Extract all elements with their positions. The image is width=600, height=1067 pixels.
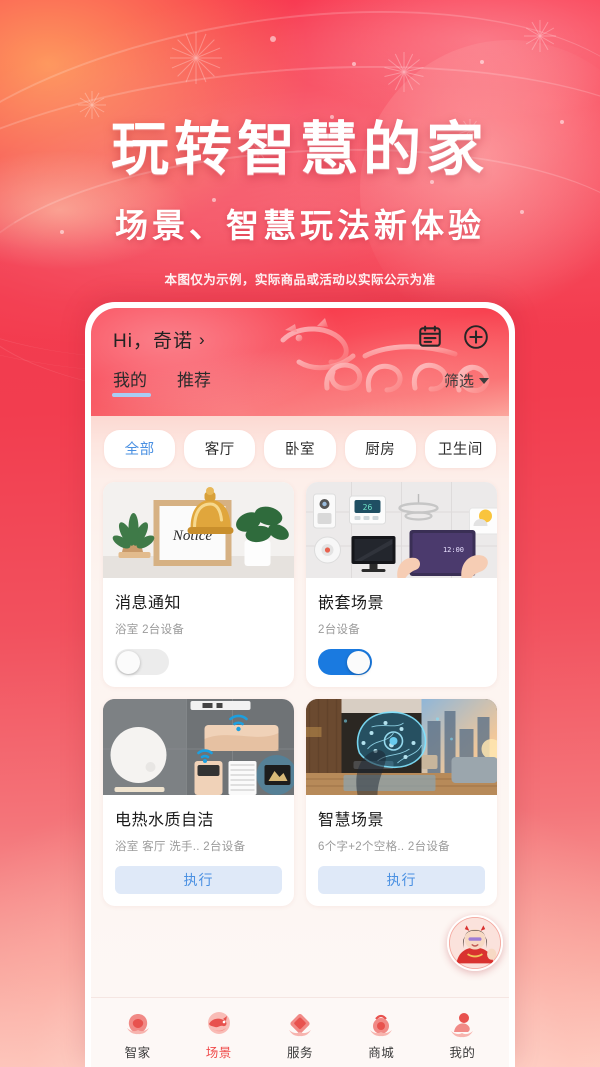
scene-card-image — [103, 699, 294, 795]
scene-card-title: 嵌套场景 — [318, 595, 385, 612]
chevron-right-icon: › — [198, 329, 206, 349]
scene-card-body: 消息通知 浴室 2台设备 — [103, 578, 294, 687]
scene-card-subtitle: 浴室 2台设备 — [115, 624, 185, 636]
execute-button[interactable]: 执行 — [318, 866, 485, 894]
header-tabs: 我的 推荐 — [112, 366, 211, 397]
tab-mine[interactable]: 我的 — [112, 366, 151, 397]
tab-recommended[interactable]: 推荐 — [177, 366, 211, 397]
scene-card-body: 嵌套场景 2台设备 — [306, 578, 497, 687]
scene-card-subtitle: 浴室 客厅 洗手.. 2台设备 — [115, 841, 246, 853]
scene-card[interactable]: 智慧场景 6个字+2个空格.. 2台设备 执行 — [306, 699, 497, 906]
nav-item-profile[interactable]: 我的 — [422, 1009, 503, 1061]
scene-toggle[interactable] — [318, 649, 372, 675]
nav-item-service[interactable]: 服务 — [259, 1009, 340, 1061]
filter-button[interactable]: 筛选 — [444, 370, 489, 391]
nav-item-scene[interactable]: 场景 — [178, 1009, 259, 1061]
profile-icon — [451, 1012, 474, 1037]
service-icon — [289, 1013, 311, 1036]
nav-label: 商城 — [368, 1045, 395, 1060]
header-icon-group — [417, 324, 489, 350]
chip-living-room[interactable]: 客厅 — [184, 430, 256, 468]
svg-text:26: 26 — [363, 503, 373, 512]
app-header: Hi，奇诺 › 我的 推荐 筛选 — [91, 308, 509, 416]
background-swirl — [270, 0, 600, 120]
chip-bedroom[interactable]: 卧室 — [264, 430, 336, 468]
scene-card-body: 智慧场景 6个字+2个空格.. 2台设备 执行 — [306, 795, 497, 906]
greeting-label: Hi，奇诺 — [113, 331, 193, 352]
scene-card[interactable]: 电热水质自洁 浴室 客厅 洗手.. 2台设备 执行 — [103, 699, 294, 906]
svg-text:12:00: 12:00 — [443, 546, 464, 554]
smart-home-icon — [126, 1013, 149, 1034]
poster-subheadline: 场景、智慧玩法新体验 — [115, 206, 485, 244]
app-screen: Hi，奇诺 › 我的 推荐 筛选 全部 客厅 卧室 厨房 卫生间 Notice … — [91, 308, 509, 1067]
nav-item-mall[interactable]: 商城 — [341, 1009, 422, 1061]
scene-card-body: 电热水质自洁 浴室 客厅 洗手.. 2台设备 执行 — [103, 795, 294, 906]
nav-label: 服务 — [287, 1045, 314, 1060]
poster-disclaimer: 本图仅为示例，实际商品或活动以实际公示为准 — [164, 272, 436, 287]
chip-all[interactable]: 全部 — [104, 430, 176, 468]
scene-card-image — [306, 699, 497, 795]
chip-bathroom[interactable]: 卫生间 — [424, 430, 497, 468]
nav-label: 智家 — [124, 1045, 151, 1060]
scene-card[interactable]: Notice 消息通知 浴室 2台设备 — [103, 482, 294, 687]
scene-card-grid: Notice 消息通知 浴室 2台设备 26 12:00 嵌套场景 2台设备 电… — [91, 480, 509, 997]
mall-icon — [370, 1014, 393, 1036]
log-icon[interactable] — [417, 324, 443, 350]
scene-card-image: 26 12:00 — [306, 482, 497, 578]
poster-headline: 玩转智慧的家 — [110, 117, 489, 182]
nav-item-smart-home[interactable]: 智家 — [97, 1009, 178, 1061]
chip-kitchen[interactable]: 厨房 — [344, 430, 416, 468]
scene-card-image: Notice — [103, 482, 294, 578]
chevron-down-icon — [479, 377, 489, 384]
scene-toggle[interactable] — [115, 649, 169, 675]
scene-dragon-icon — [207, 1011, 230, 1034]
nav-label: 我的 — [449, 1045, 476, 1060]
execute-button[interactable]: 执行 — [115, 866, 282, 894]
nav-label: 场景 — [205, 1045, 232, 1060]
scene-card[interactable]: 26 12:00 嵌套场景 2台设备 — [306, 482, 497, 687]
scene-card-subtitle: 2台设备 — [318, 624, 361, 636]
bottom-navigation: 智家 场景 服务 商城 我的 — [91, 997, 509, 1067]
phone-mockup: Hi，奇诺 › 我的 推荐 筛选 全部 客厅 卧室 厨房 卫生间 Notice … — [85, 302, 515, 1067]
filter-label: 筛选 — [443, 373, 474, 390]
toggle-knob — [347, 650, 370, 674]
scene-card-title: 智慧场景 — [318, 812, 385, 829]
scene-card-title: 电热水质自洁 — [115, 812, 215, 829]
greeting-button[interactable]: Hi，奇诺 › — [113, 326, 206, 353]
scene-card-title: 消息通知 — [115, 595, 182, 612]
hero-text-block: 玩转智慧的家 场景、智慧玩法新体验 本图仅为示例，实际商品或活动以实际公示为准 — [0, 117, 600, 288]
room-filter-chips: 全部 客厅 卧室 厨房 卫生间 — [91, 416, 509, 480]
scene-card-subtitle: 6个字+2个空格.. 2台设备 — [318, 841, 450, 853]
toggle-knob — [117, 650, 140, 674]
floating-avatar[interactable] — [447, 915, 503, 971]
add-circle-icon[interactable] — [463, 324, 489, 350]
